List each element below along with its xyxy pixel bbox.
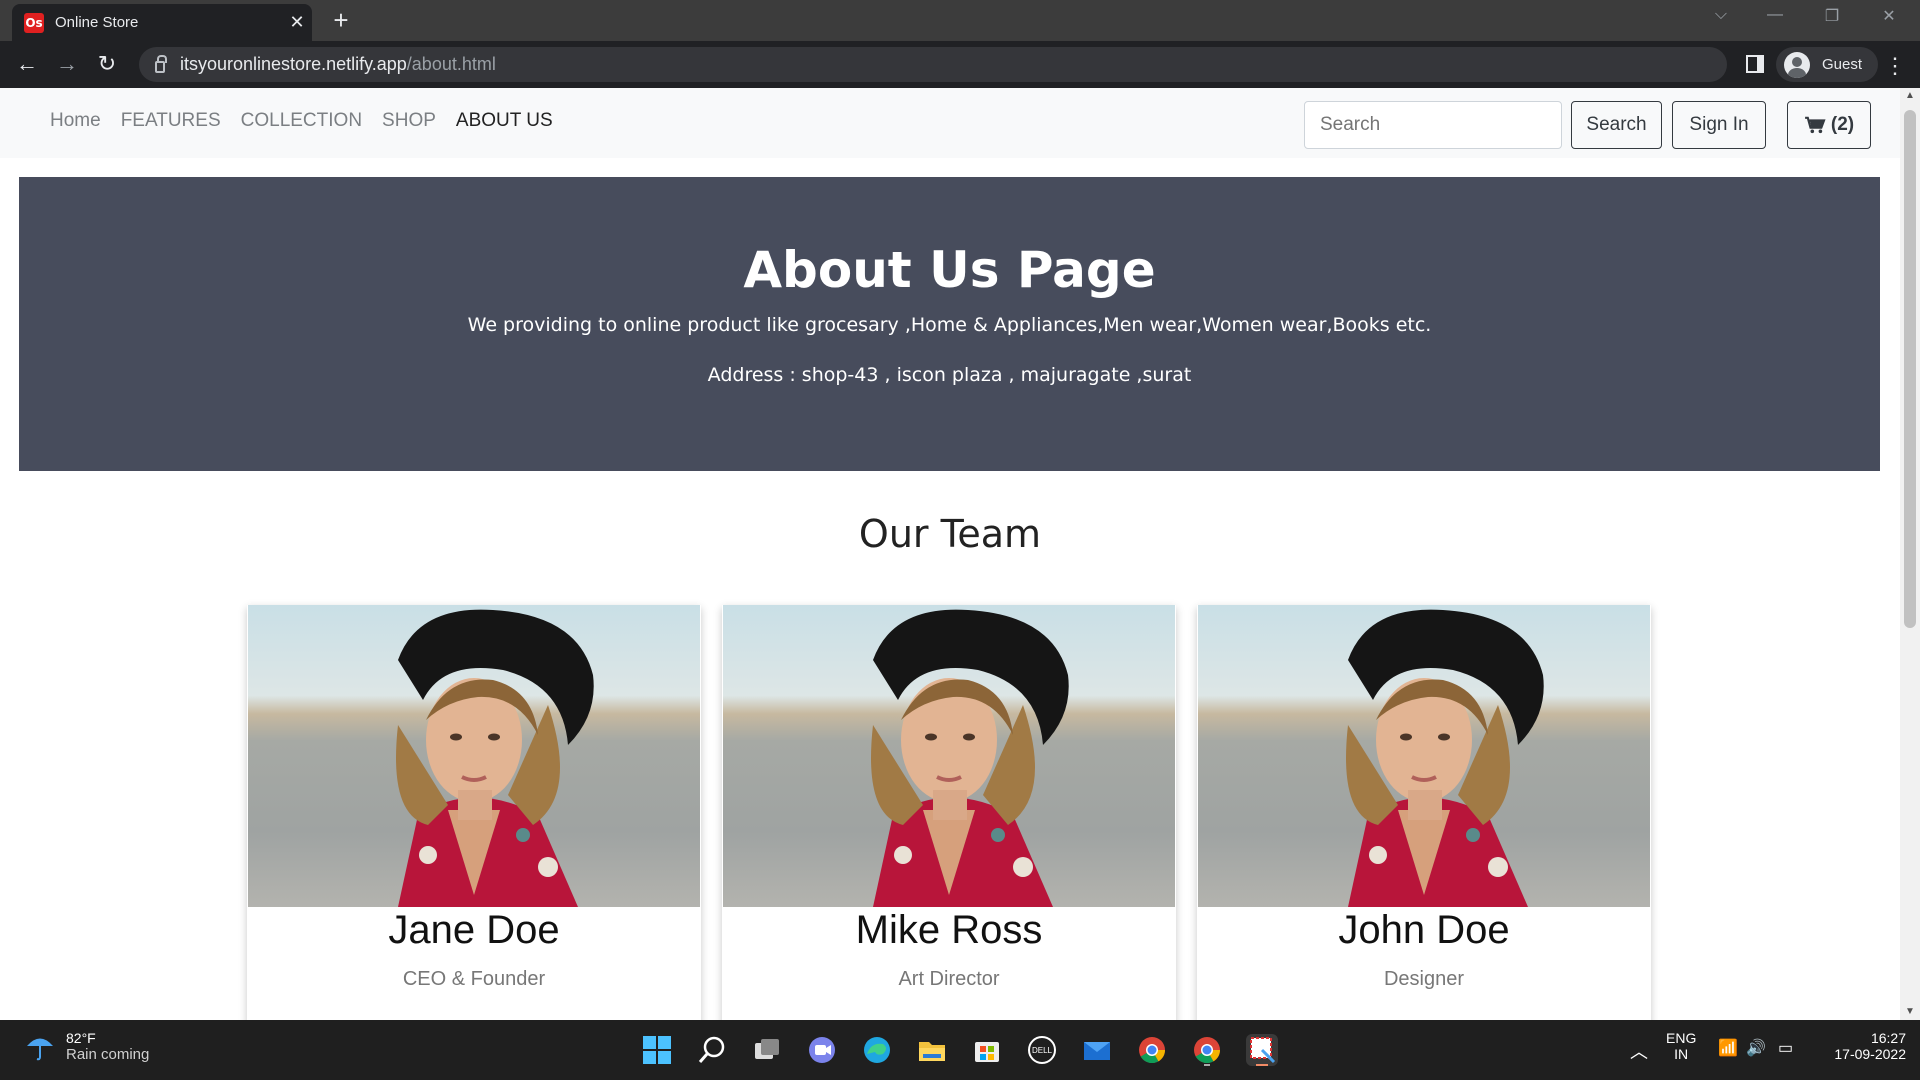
- team-card: John Doe Designer: [1197, 605, 1651, 1020]
- team-member-name: Jane Doe: [388, 908, 560, 952]
- lock-icon[interactable]: [155, 54, 167, 73]
- language-code: ENG: [1666, 1030, 1697, 1046]
- teams-chat-icon[interactable]: [806, 1034, 838, 1066]
- umbrella-icon: [27, 1038, 53, 1060]
- weather-condition: Rain coming: [66, 1046, 150, 1063]
- search-input[interactable]: [1304, 101, 1562, 149]
- profile-button[interactable]: Guest: [1776, 47, 1879, 82]
- hero-address: Address : shop-43 , iscon plaza , majura…: [707, 364, 1192, 386]
- snipping-tool-icon[interactable]: [1246, 1034, 1278, 1066]
- search-button[interactable]: Search: [1571, 101, 1662, 149]
- page-title: About Us Page: [743, 241, 1156, 299]
- weather-widget[interactable]: 82°F Rain coming: [24, 1030, 149, 1063]
- team-member-role: Art Director: [898, 968, 1000, 990]
- windows-taskbar: 82°F Rain coming DELL ︿ ENG IN 📶 🔊 ▭ 16:…: [0, 1020, 1920, 1080]
- side-panel-icon[interactable]: [1746, 55, 1764, 73]
- region-code: IN: [1674, 1046, 1689, 1062]
- site-favicon-icon: Os: [24, 12, 44, 33]
- nav-link-features[interactable]: FEATURES: [121, 110, 221, 132]
- show-hidden-icons-icon[interactable]: ︿: [1630, 1038, 1648, 1064]
- team-heading: Our Team: [858, 512, 1042, 556]
- nav-link-home[interactable]: Home: [50, 110, 101, 132]
- clock-time: 16:27: [1870, 1030, 1906, 1046]
- nav-link-collection[interactable]: COLLECTION: [241, 110, 362, 132]
- close-tab-icon[interactable]: ✕: [282, 12, 312, 33]
- dell-icon[interactable]: DELL: [1026, 1034, 1058, 1066]
- page-viewport: Home FEATURES COLLECTION SHOP ABOUT US S…: [0, 88, 1900, 1020]
- start-icon[interactable]: [641, 1034, 673, 1066]
- scrollbar-thumb[interactable]: [1904, 110, 1916, 628]
- clock-date: 17-09-2022: [1834, 1046, 1906, 1062]
- nav-link-shop[interactable]: SHOP: [382, 110, 436, 132]
- page-scrollbar[interactable]: ▲ ▼: [1900, 88, 1920, 1020]
- volume-icon[interactable]: 🔊: [1746, 1038, 1766, 1058]
- weather-temperature: 82°F: [66, 1030, 96, 1046]
- minimize-icon[interactable]: —: [1760, 6, 1790, 24]
- team-member-role: Designer: [1383, 968, 1465, 990]
- chrome-icon[interactable]: [1136, 1034, 1168, 1066]
- browser-tab[interactable]: Os Online Store ✕: [12, 4, 312, 41]
- address-bar[interactable]: itsyouronlinestore.netlify.app/about.htm…: [139, 47, 1727, 82]
- tab-search-icon[interactable]: ⌵: [1706, 6, 1736, 24]
- battery-icon[interactable]: ▭: [1778, 1038, 1793, 1058]
- search-icon[interactable]: [696, 1034, 728, 1066]
- cart-count: (2): [1830, 114, 1855, 135]
- chrome-guest-icon[interactable]: [1191, 1034, 1223, 1066]
- profile-label: Guest: [1822, 56, 1863, 73]
- browser-toolbar: ← → ↻ itsyouronlinestore.netlify.app/abo…: [0, 41, 1920, 88]
- avatar-icon: [1784, 51, 1810, 78]
- team-member-photo: [723, 605, 1175, 907]
- svg-text:DELL: DELL: [1032, 1046, 1053, 1055]
- nav-links: Home FEATURES COLLECTION SHOP ABOUT US: [50, 110, 573, 132]
- clock[interactable]: 16:27 17-09-2022: [1816, 1030, 1906, 1062]
- task-view-icon[interactable]: [751, 1034, 783, 1066]
- close-window-icon[interactable]: ✕: [1874, 6, 1904, 26]
- tab-strip: Os Online Store ✕ + ⌵ — ❐ ✕: [0, 0, 1920, 41]
- site-navbar: Home FEATURES COLLECTION SHOP ABOUT US S…: [0, 88, 1900, 158]
- forward-icon[interactable]: →: [52, 50, 82, 80]
- team-card: Mike Ross Art Director: [722, 605, 1176, 1020]
- sign-in-button[interactable]: Sign In: [1672, 101, 1766, 149]
- team-card: Jane Doe CEO & Founder: [247, 605, 701, 1020]
- cart-icon: [1804, 116, 1826, 134]
- cart-button[interactable]: (2): [1787, 101, 1871, 149]
- hero-description: We providing to online product like groc…: [467, 314, 1432, 336]
- team-member-name: John Doe: [1338, 908, 1510, 952]
- reload-icon[interactable]: ↻: [92, 50, 122, 80]
- language-indicator[interactable]: ENG IN: [1666, 1030, 1696, 1062]
- team-member-photo: [248, 605, 700, 907]
- restore-icon[interactable]: ❐: [1817, 6, 1847, 26]
- team-member-name: Mike Ross: [855, 908, 1043, 952]
- wifi-icon[interactable]: 📶: [1718, 1038, 1738, 1058]
- team-member-photo: [1198, 605, 1650, 907]
- file-explorer-icon[interactable]: [916, 1034, 948, 1066]
- team-member-role: CEO & Founder: [402, 968, 546, 990]
- mail-icon[interactable]: [1081, 1034, 1113, 1066]
- nav-link-about-us[interactable]: ABOUT US: [456, 110, 553, 132]
- url-path: /about.html: [406, 54, 496, 74]
- new-tab-icon[interactable]: +: [326, 6, 356, 36]
- tab-title: Online Store: [55, 14, 139, 31]
- back-icon[interactable]: ←: [12, 50, 42, 80]
- scroll-up-icon[interactable]: ▲: [1900, 88, 1920, 104]
- scroll-down-icon[interactable]: ▼: [1900, 1004, 1920, 1020]
- url-host: itsyouronlinestore.netlify.app: [180, 54, 407, 74]
- menu-kebab-icon[interactable]: ⋮: [1884, 53, 1906, 79]
- edge-icon[interactable]: [861, 1034, 893, 1066]
- microsoft-store-icon[interactable]: [971, 1034, 1003, 1066]
- about-hero: About Us Page We providing to online pro…: [19, 177, 1880, 471]
